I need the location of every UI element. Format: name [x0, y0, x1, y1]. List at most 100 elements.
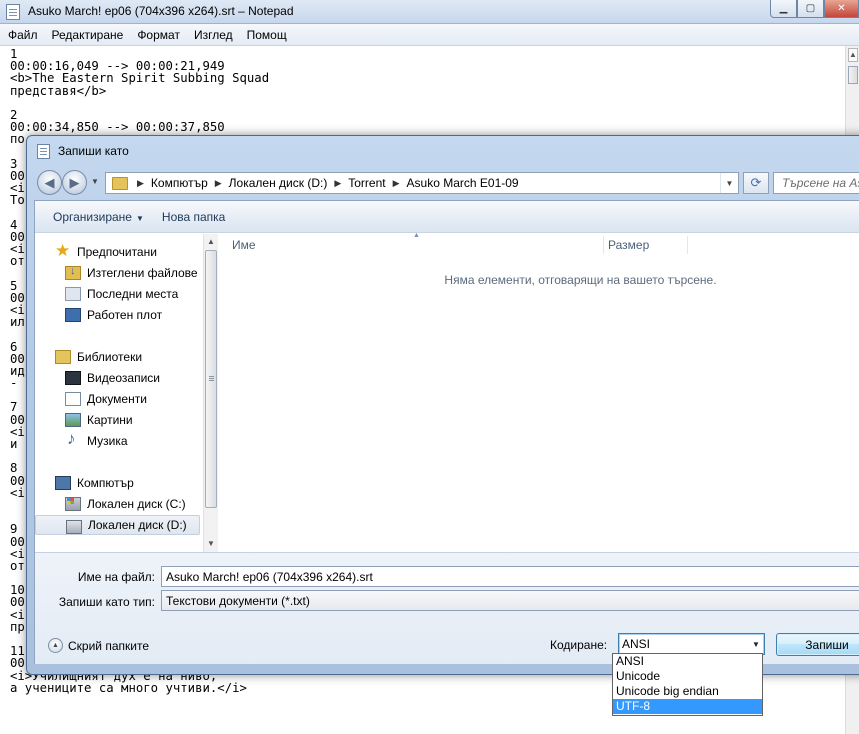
breadcrumb-separator-icon[interactable]: ▶ — [215, 178, 222, 189]
navigation-pane-scrollbar[interactable]: ▲ ▼ — [203, 234, 218, 552]
column-divider[interactable] — [603, 236, 604, 254]
scroll-up-icon[interactable]: ▲ — [205, 235, 217, 249]
file-name-field[interactable]: Asuko March! ep06 (704x396 x264).srt — [161, 566, 859, 587]
encoding-option[interactable]: Unicode — [613, 669, 762, 684]
downloads-folder-icon — [65, 265, 81, 280]
chevron-down-icon: ▼ — [752, 639, 760, 649]
encoding-label: Кодиране: — [550, 638, 608, 652]
maximize-button[interactable]: ▢ — [797, 0, 824, 18]
system-drive-icon — [65, 497, 81, 511]
encoding-option[interactable]: ANSI — [613, 654, 762, 669]
scroll-thumb[interactable] — [848, 66, 858, 84]
nav-label: Последни места — [87, 287, 179, 301]
address-dropdown-icon[interactable]: ▼ — [720, 173, 738, 193]
recent-pages-chevron-icon[interactable]: ▼ — [91, 177, 99, 186]
sort-ascending-icon: ▲ — [413, 232, 420, 239]
nav-videos[interactable]: Видеозаписи — [35, 368, 200, 388]
chevron-down-icon: ▼ — [135, 213, 144, 223]
nav-libraries[interactable]: Библиотеки — [35, 347, 200, 367]
notepad-menu-bar: Файл Редактиране Формат Изглед Помощ — [0, 24, 859, 46]
refresh-button[interactable]: ⟳ — [743, 172, 769, 194]
scroll-up-icon[interactable]: ▲ — [848, 48, 858, 62]
maximize-icon: ▢ — [805, 3, 816, 14]
breadcrumb-computer[interactable]: Компютър — [151, 176, 208, 190]
menu-format[interactable]: Формат — [137, 28, 180, 42]
encoding-select[interactable]: ANSI ▼ — [618, 633, 765, 655]
organize-label: Организиране — [53, 209, 132, 224]
menu-view[interactable]: Изглед — [194, 28, 233, 42]
file-list[interactable]: Име ▲ Размер Няма елементи, отговарящи н… — [218, 232, 859, 552]
nav-recent-places[interactable]: Последни места — [35, 284, 200, 304]
document-icon — [65, 392, 81, 406]
desktop-icon — [65, 308, 81, 322]
nav-downloads[interactable]: Изтеглени файлове — [35, 263, 200, 283]
breadcrumb-torrent[interactable]: Torrent — [348, 176, 385, 190]
recent-places-icon — [65, 287, 81, 301]
text-line: <b>The Eastern Spirit Subbing Squad — [10, 71, 270, 86]
dialog-notepad-icon — [37, 143, 50, 159]
organize-button[interactable]: Организиране ▼ — [53, 210, 144, 224]
search-input[interactable]: Търсене на As — [773, 172, 859, 194]
breadcrumb-separator-icon[interactable]: ▶ — [334, 178, 341, 189]
file-type-label: Запиши като тип: — [58, 595, 155, 609]
nav-documents[interactable]: Документи — [35, 389, 200, 409]
chevron-up-icon: ▲ — [48, 638, 63, 653]
scroll-down-icon[interactable]: ▼ — [205, 537, 217, 551]
nav-disk-c[interactable]: Локален диск (C:) — [35, 494, 200, 514]
forward-arrow-icon: ▶ — [69, 174, 80, 190]
file-type-select[interactable]: Текстови документи (*.txt) — [161, 590, 859, 611]
hard-drive-icon — [66, 519, 82, 534]
close-button[interactable]: ✕ — [824, 0, 859, 18]
minimize-icon: ▁ — [779, 3, 788, 14]
nav-label: Локален диск (D:) — [88, 518, 187, 532]
text-line: представя</b> — [10, 83, 107, 98]
hide-folders-label: Скрий папките — [68, 638, 149, 653]
nav-label: Документи — [87, 392, 147, 406]
nav-pictures[interactable]: Картини — [35, 410, 200, 430]
hide-folders-button[interactable]: ▲ Скрий папките — [48, 638, 149, 653]
nav-label: Видеозаписи — [87, 371, 161, 385]
save-button[interactable]: Запиши — [776, 633, 859, 656]
breadcrumb-disk-d[interactable]: Локален диск (D:) — [229, 176, 328, 190]
refresh-icon: ⟳ — [750, 175, 762, 190]
nav-disk-d[interactable]: Локален диск (D:) — [35, 515, 200, 535]
new-folder-button[interactable]: Нова папка — [162, 210, 225, 224]
nav-label: Предпочитани — [77, 245, 157, 259]
nav-favorites[interactable]: Предпочитани — [35, 241, 200, 262]
minimize-button[interactable]: ▁ — [770, 0, 797, 18]
text-line — [10, 97, 845, 109]
breadcrumb-asuko-march[interactable]: Asuko March E01-09 — [407, 176, 519, 190]
dialog-title-bar[interactable]: Запиши като — [37, 142, 129, 160]
nav-computer[interactable]: Компютър — [35, 473, 200, 493]
forward-button[interactable]: ▶ — [62, 170, 87, 195]
address-bar[interactable]: ▶ Компютър ▶ Локален диск (D:) ▶ Torrent… — [105, 172, 739, 194]
column-size[interactable]: Размер — [608, 238, 649, 252]
nav-desktop[interactable]: Работен плот — [35, 305, 200, 325]
save-as-dialog: Запиши като ◀ ▶ ▼ ▶ Компютър ▶ Локален д… — [26, 135, 859, 675]
computer-icon — [55, 476, 71, 490]
breadcrumb-separator-icon[interactable]: ▶ — [393, 178, 400, 189]
empty-message: Няма елементи, отговарящи на вашето търс… — [444, 273, 717, 287]
navigation-pane: Предпочитани Изтеглени файлове Последни … — [35, 234, 203, 552]
notepad-icon — [6, 4, 20, 20]
breadcrumb-separator-icon[interactable]: ▶ — [137, 178, 144, 189]
scroll-thumb[interactable] — [205, 250, 217, 508]
nav-label: Музика — [87, 434, 128, 448]
menu-edit[interactable]: Редактиране — [52, 28, 124, 42]
notepad-title-bar[interactable]: Asuko March! ep06 (704x396 x264).srt – N… — [0, 0, 859, 24]
column-name[interactable]: Име — [232, 238, 256, 252]
column-divider[interactable] — [687, 236, 688, 254]
encoding-option[interactable]: Unicode big endian — [613, 684, 762, 699]
nav-music[interactable]: Музика — [35, 429, 200, 451]
menu-help[interactable]: Помощ — [247, 28, 287, 42]
encoding-option[interactable]: UTF-8 — [613, 699, 762, 714]
file-name-label: Име на файл: — [77, 570, 155, 584]
back-button[interactable]: ◀ — [37, 170, 62, 195]
nav-label: Работен плот — [87, 308, 163, 322]
encoding-dropdown-list: ANSI Unicode Unicode big endian UTF-8 — [612, 653, 763, 716]
notepad-title: Asuko March! ep06 (704x396 x264).srt – N… — [28, 4, 294, 18]
encoding-value: ANSI — [622, 637, 651, 651]
back-arrow-icon: ◀ — [44, 174, 55, 190]
dialog-body: Организиране▼ Нова папка Предпочитани Из… — [34, 200, 859, 664]
menu-file[interactable]: Файл — [8, 28, 38, 42]
